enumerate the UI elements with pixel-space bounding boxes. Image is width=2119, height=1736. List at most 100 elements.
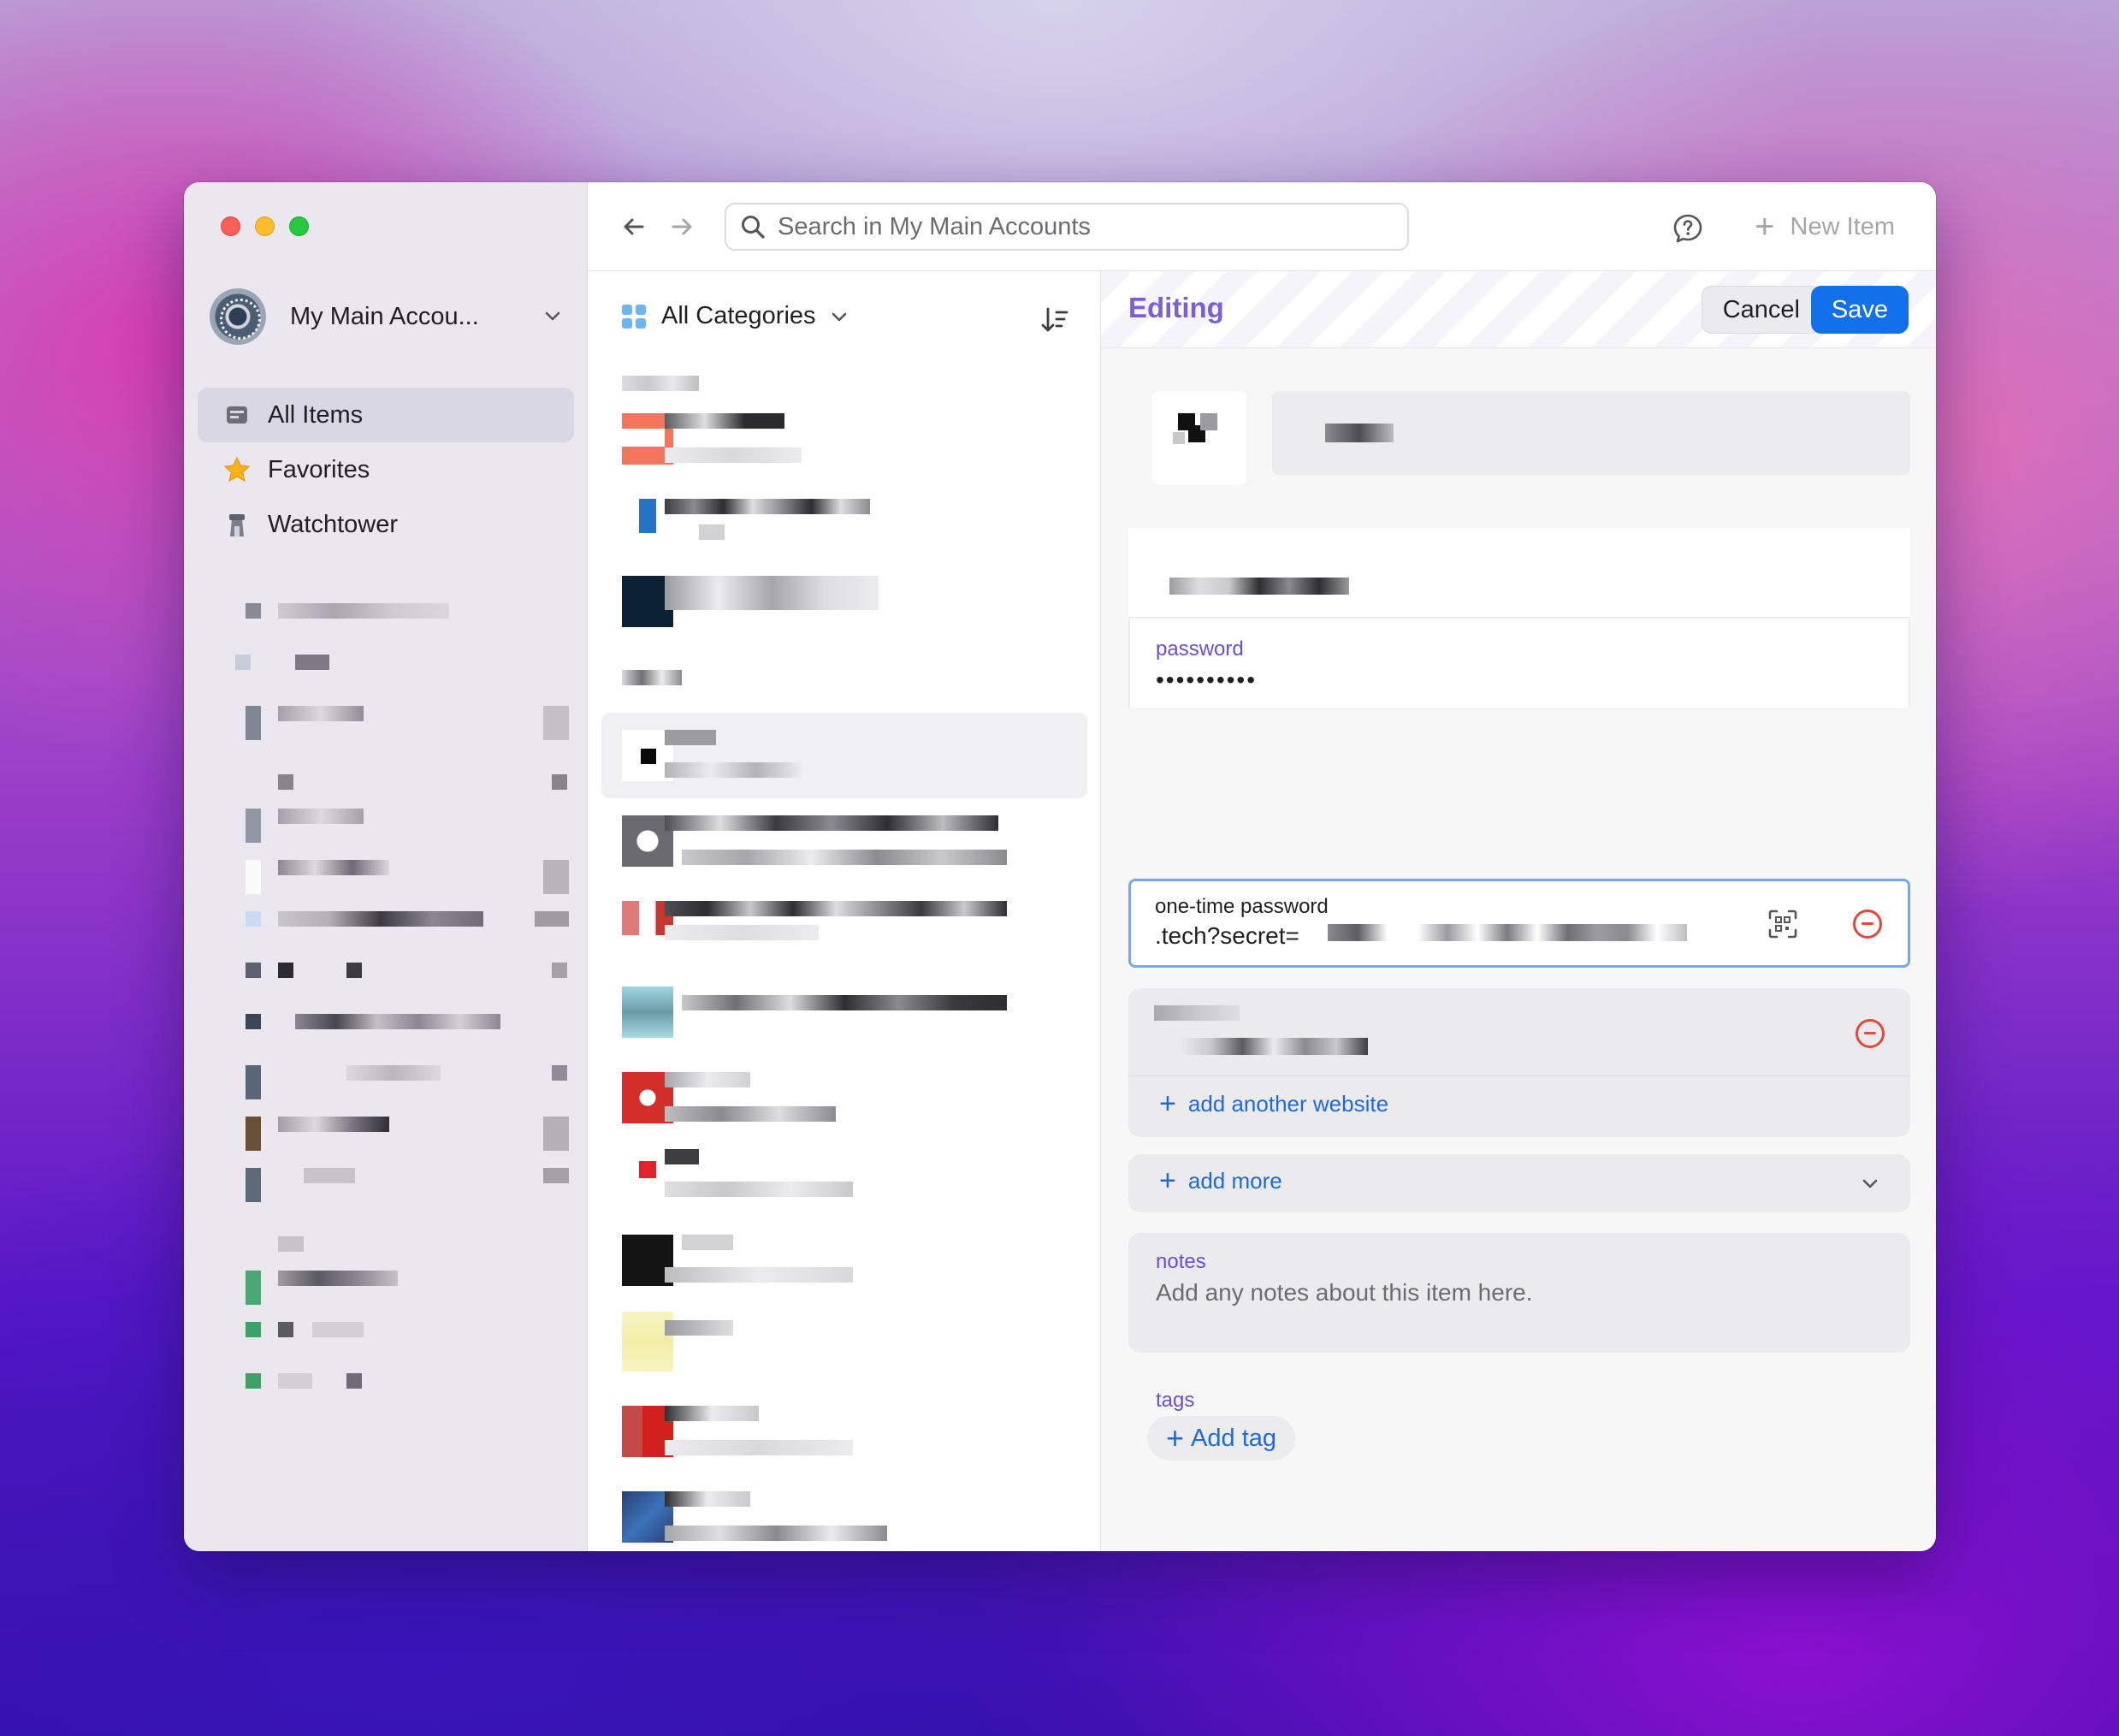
password-field[interactable]: password •••••••••• (1128, 619, 1910, 708)
zoom-window-button[interactable] (289, 216, 309, 236)
add-another-website-button[interactable]: + add another website (1159, 1087, 1388, 1121)
otp-label: one-time password (1155, 895, 1329, 918)
account-switcher[interactable]: My Main Accou... (210, 287, 569, 346)
section-header-redacted (588, 661, 1101, 713)
save-button[interactable]: Save (1810, 286, 1909, 334)
chevron-down-icon (545, 311, 560, 321)
list-item[interactable] (218, 1149, 569, 1202)
star-icon (223, 456, 251, 483)
plus-icon: + (1166, 1420, 1185, 1455)
item-list-column: All Categories (588, 271, 1101, 1551)
list-item[interactable] (218, 995, 569, 1046)
search-input[interactable] (778, 212, 1376, 241)
list-item[interactable] (218, 1252, 569, 1305)
plus-icon: + (1159, 1087, 1176, 1120)
search-icon (742, 216, 765, 239)
sidebar-item-label: All Items (268, 400, 364, 429)
list-item[interactable] (588, 405, 1101, 490)
list-item[interactable] (588, 798, 1101, 884)
sort-icon[interactable] (1040, 305, 1069, 335)
watchtower-icon (223, 511, 251, 538)
plus-icon: + (1159, 1164, 1176, 1197)
help-icon[interactable] (1672, 213, 1703, 244)
editing-title: Editing (1128, 292, 1224, 323)
list-item[interactable] (218, 944, 569, 995)
sidebar-item-label: Watchtower (268, 510, 399, 538)
chevron-down-icon[interactable] (1861, 1174, 1879, 1193)
close-window-button[interactable] (221, 216, 240, 236)
list-item[interactable] (588, 1055, 1101, 1141)
item-icon[interactable] (1152, 391, 1246, 485)
list-item[interactable] (218, 1354, 569, 1406)
category-selector[interactable]: All Categories (622, 302, 849, 330)
list-item[interactable] (588, 969, 1101, 1055)
account-avatar (210, 288, 266, 345)
sidebar-item-favorites[interactable]: Favorites (198, 442, 574, 497)
search-box[interactable] (725, 203, 1409, 251)
minimize-window-button[interactable] (255, 216, 275, 236)
list-item[interactable] (218, 584, 569, 636)
list-item[interactable] (218, 636, 569, 687)
password-value[interactable]: •••••••••• (1156, 667, 1257, 694)
list-item[interactable] (218, 892, 569, 944)
toolbar: + New Item (588, 182, 1936, 271)
list-item[interactable] (218, 1046, 569, 1099)
back-arrow-icon[interactable] (620, 213, 648, 240)
editing-bar: Editing Cancel Save (1101, 271, 1936, 348)
sidebar: My Main Accou... All Items Favorites Wat… (184, 182, 588, 1551)
add-tag-label: Add tag (1191, 1424, 1277, 1452)
items (588, 370, 1101, 1551)
all-items-icon (223, 401, 251, 429)
remove-otp-button[interactable] (1853, 909, 1882, 939)
notes-card[interactable]: notes Add any notes about this item here… (1128, 1233, 1910, 1353)
add-more-label: add more (1187, 1168, 1282, 1194)
list-item[interactable] (218, 738, 569, 790)
list-item[interactable] (588, 1483, 1101, 1551)
forward-arrow-icon[interactable] (668, 213, 695, 240)
section-header-redacted (588, 370, 1101, 405)
sidebar-nav: All Items Favorites Watchtower (198, 388, 574, 552)
list-item[interactable] (588, 576, 1101, 661)
username-field-redacted[interactable] (1128, 528, 1910, 618)
categories-grid-icon (622, 304, 646, 329)
plus-icon: + (1755, 207, 1775, 246)
tags-label: tags (1156, 1389, 1195, 1412)
cancel-button[interactable]: Cancel (1701, 286, 1821, 334)
notes-input[interactable]: Add any notes about this item here. (1156, 1279, 1533, 1306)
sidebar-item-all-items[interactable]: All Items (198, 388, 574, 442)
list-item-selected[interactable] (601, 713, 1087, 798)
one-time-password-field[interactable]: one-time password .tech?secret= (1128, 879, 1910, 968)
app-window: My Main Accou... All Items Favorites Wat… (184, 182, 1936, 1551)
list-item[interactable] (588, 1397, 1101, 1483)
list-item[interactable] (218, 1098, 569, 1151)
list-item[interactable] (218, 687, 569, 740)
qr-scan-icon[interactable] (1767, 909, 1798, 939)
add-tag-button[interactable]: + Add tag (1147, 1416, 1296, 1460)
remove-website-button[interactable] (1856, 1019, 1885, 1048)
account-name: My Main Accou... (290, 302, 479, 330)
otp-value[interactable]: .tech?secret= (1155, 922, 1299, 950)
list-item[interactable] (588, 1312, 1101, 1397)
list-item[interactable] (218, 841, 569, 894)
sidebar-item-label: Favorites (268, 455, 370, 483)
category-label: All Categories (661, 302, 816, 329)
list-item[interactable] (588, 1141, 1101, 1226)
new-item-button[interactable]: + New Item (1755, 206, 1895, 247)
list-item[interactable] (588, 1226, 1101, 1312)
list-item[interactable] (588, 884, 1101, 969)
vault-list-redacted (218, 584, 569, 1406)
add-website-label: add another website (1187, 1091, 1389, 1117)
add-more-card[interactable]: + add more (1128, 1154, 1910, 1212)
website-field-redacted[interactable] (1128, 988, 1910, 1075)
list-item[interactable] (218, 790, 569, 843)
website-card: + add another website (1128, 988, 1910, 1137)
add-more-button[interactable]: + add more (1159, 1164, 1282, 1198)
list-item[interactable] (218, 1200, 569, 1252)
item-title-input-redacted[interactable] (1272, 391, 1910, 475)
window-controls (221, 216, 309, 236)
new-item-label: New Item (1790, 212, 1895, 240)
list-item[interactable] (218, 1303, 569, 1354)
sidebar-item-watchtower[interactable]: Watchtower (198, 497, 574, 552)
list-item[interactable] (588, 490, 1101, 576)
notes-label: notes (1156, 1250, 1206, 1273)
